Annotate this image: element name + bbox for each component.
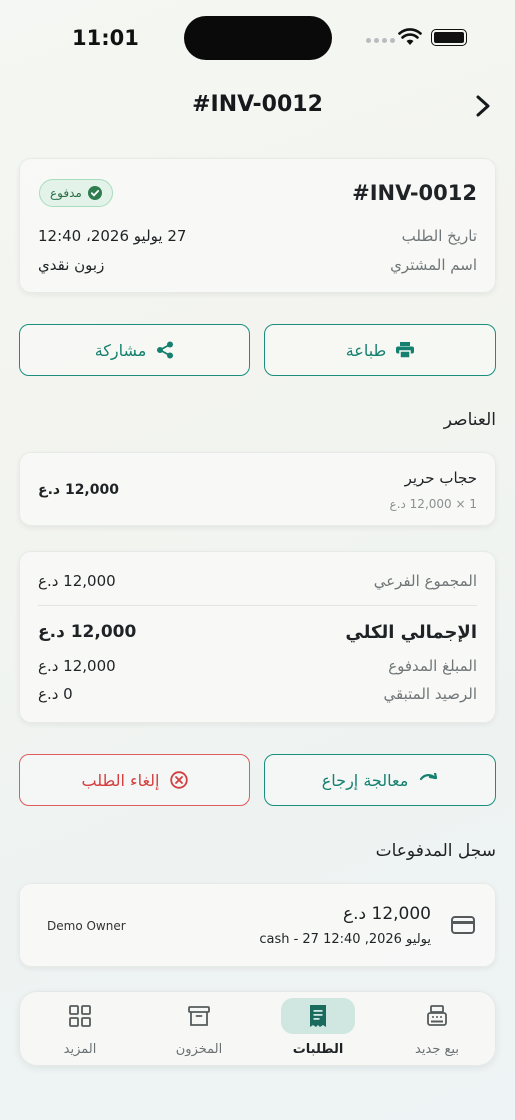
invoice-summary-card: #INV-0012 مدفوع تاريخ الطلب 27 يوليو 202… <box>19 158 496 293</box>
remaining-value: 0 د.ع <box>38 685 73 703</box>
printer-icon <box>396 342 415 358</box>
item-detail: 1 × 12,000 د.ع <box>389 497 477 511</box>
totals-divider <box>38 605 477 606</box>
bottom-tab-bar: بيع جديد الطلبات المخزون المزيد <box>19 991 496 1066</box>
tab-orders-label: الطلبات <box>292 1042 344 1057</box>
paid-value: 12,000 د.ع <box>38 657 116 675</box>
grand-total-label: الإجمالي الكلي <box>345 622 477 643</box>
battery-icon <box>431 29 467 46</box>
process-refund-button[interactable]: معالجة إرجاع <box>264 754 496 806</box>
item-total: 12,000 د.ع <box>38 482 119 498</box>
cash-register-icon <box>400 998 474 1034</box>
totals-card: المجموع الفرعي 12,000 د.ع الإجمالي الكلي… <box>19 551 496 723</box>
item-card[interactable]: حجاب حرير 1 × 12,000 د.ع 12,000 د.ع <box>19 452 496 526</box>
cancel-order-button[interactable]: إلغاء الطلب <box>19 754 250 806</box>
tab-orders[interactable]: الطلبات <box>268 998 368 1062</box>
grand-total-value: 12,000 د.ع <box>38 622 137 642</box>
redo-arrow-icon <box>420 773 438 781</box>
share-button[interactable]: مشاركة <box>19 324 250 376</box>
cancel-circle-icon <box>169 771 188 789</box>
cancel-order-label: إلغاء الطلب <box>81 770 160 790</box>
order-date-label: تاريخ الطلب <box>401 227 477 245</box>
tab-more-label: المزيد <box>63 1042 97 1057</box>
tab-new-sale-label: بيع جديد <box>415 1042 459 1057</box>
tab-inventory[interactable]: المخزون <box>149 998 249 1062</box>
dynamic-island <box>184 16 332 60</box>
grid-icon <box>43 998 117 1034</box>
payment-amount: 12,000 د.ع <box>342 904 431 924</box>
payment-record-card[interactable]: 12,000 د.ع cash - 27 يوليو 2026, 12:40 D… <box>19 883 496 967</box>
buyer-value: زبون نقدي <box>38 256 105 274</box>
share-button-label: مشاركة <box>94 340 147 360</box>
credit-card-icon <box>451 916 475 934</box>
check-circle-icon <box>87 186 102 200</box>
subtotal-value: 12,000 د.ع <box>38 572 116 590</box>
subtotal-label: المجموع الفرعي <box>373 572 477 590</box>
share-icon <box>157 341 174 359</box>
back-chevron-icon[interactable] <box>472 93 494 119</box>
payment-user: Demo Owner <box>47 919 126 933</box>
cellular-signal-icon <box>366 38 395 43</box>
print-button-label: طباعة <box>345 340 387 360</box>
status-time: 11:01 <box>72 26 139 50</box>
navigation-bar: #INV-0012 <box>0 80 515 138</box>
items-section-title: العناصر <box>443 410 496 430</box>
status-bar: 11:01 <box>0 0 515 80</box>
status-badge-label: مدفوع <box>50 186 82 200</box>
process-refund-label: معالجة إرجاع <box>321 770 409 790</box>
payment-detail: cash - 27 يوليو 2026, 12:40 <box>259 932 431 947</box>
buyer-label: اسم المشتري <box>390 256 477 274</box>
paid-label: المبلغ المدفوع <box>388 657 477 675</box>
remaining-label: الرصيد المتبقي <box>383 685 477 703</box>
item-name: حجاب حرير <box>404 469 477 487</box>
status-badge: مدفوع <box>39 179 113 207</box>
tab-new-sale[interactable]: بيع جديد <box>387 998 487 1062</box>
wifi-icon <box>398 28 422 45</box>
order-date-value: 27 يوليو 2026، 12:40 <box>38 227 187 245</box>
tab-more[interactable]: المزيد <box>30 998 130 1062</box>
tab-inventory-label: المخزون <box>175 1042 223 1057</box>
page-title: #INV-0012 <box>192 92 323 117</box>
invoice-number: #INV-0012 <box>352 181 477 205</box>
payments-section-title: سجل المدفوعات <box>375 841 496 861</box>
receipt-icon <box>281 998 355 1034</box>
archive-box-icon <box>162 998 236 1034</box>
print-button[interactable]: طباعة <box>264 324 496 376</box>
